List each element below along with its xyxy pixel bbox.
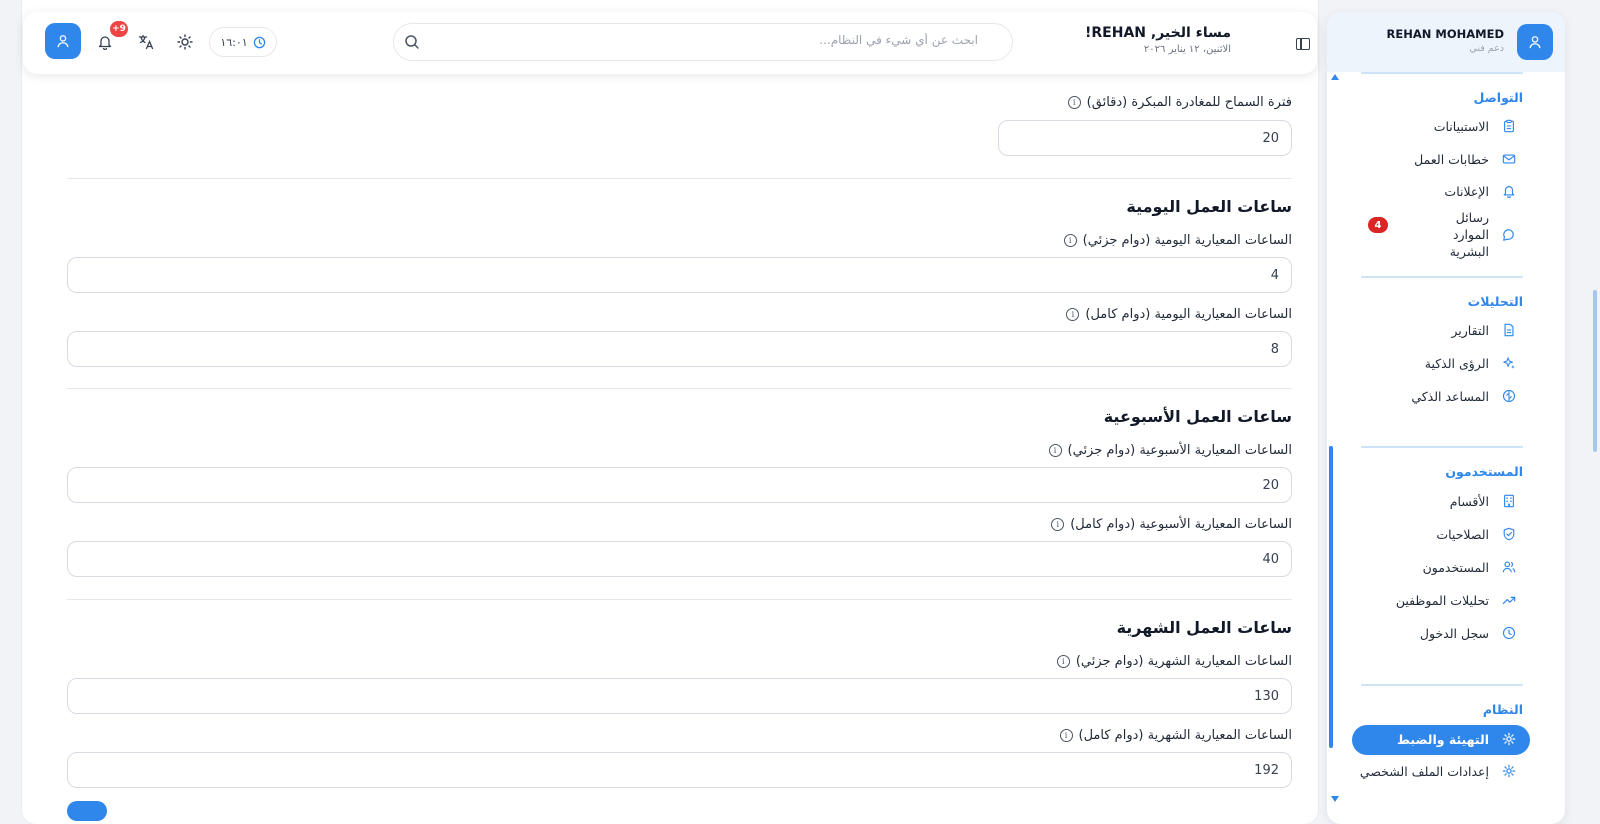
greeting-text: مساء الخير, REHAN!: [1085, 25, 1231, 41]
monthly-full-input[interactable]: [67, 752, 1292, 788]
daily-part-label: الساعات المعيارية اليومية (دوام جزئي) i: [1063, 233, 1292, 248]
mail-icon: [1501, 151, 1517, 167]
feature-toggle[interactable]: [67, 801, 107, 821]
daily-hours-title: ساعات العمل اليومية: [1126, 197, 1292, 216]
info-icon[interactable]: i: [1051, 518, 1065, 531]
sun-icon: [177, 34, 193, 50]
gear-icon: [1501, 731, 1517, 747]
sidebar-item-setup[interactable]: التهيئة والضبط: [1397, 731, 1517, 747]
sidebar-avatar: [1517, 24, 1553, 60]
group-analytics: التحليلات: [1467, 294, 1523, 309]
sparkles-icon: [1501, 355, 1517, 371]
notifications-badge: +9: [110, 21, 128, 37]
clipboard-icon: [1501, 118, 1517, 134]
weekly-part-label: الساعات المعيارية الأسبوعية (دوام جزئي) …: [1048, 443, 1292, 458]
sidebar-divider: [1361, 72, 1523, 74]
sidebar-item-users[interactable]: المستخدمون: [1423, 559, 1517, 575]
sidebar-item-announcements[interactable]: الإعلانات: [1444, 183, 1517, 199]
sidebar-item-employee-analytics[interactable]: تحليلات الموظفين: [1396, 592, 1517, 608]
monthly-part-input[interactable]: [67, 678, 1292, 714]
top-header: مساء الخير, REHAN! الاثنين، ١٢ يناير ٢٠٢…: [23, 12, 1317, 74]
search-icon: [405, 35, 419, 49]
sidebar-item-work-letters[interactable]: خطابات العمل: [1414, 151, 1517, 167]
current-date: الاثنين، ١٢ يناير ٢٠٢٦: [1143, 44, 1231, 55]
sidebar-toggle-icon[interactable]: [1296, 38, 1310, 50]
greeting-block: مساء الخير, REHAN! الاثنين، ١٢ يناير ٢٠٢…: [1085, 25, 1231, 55]
weekly-part-input[interactable]: [67, 467, 1292, 503]
info-icon[interactable]: i: [1048, 444, 1062, 457]
daily-part-input[interactable]: [67, 257, 1292, 293]
profile-avatar-button[interactable]: [45, 23, 81, 59]
trending-up-icon: [1501, 592, 1517, 608]
group-communication: التواصل: [1473, 90, 1523, 105]
divider: [67, 388, 1292, 389]
weekly-full-label: الساعات المعيارية الأسبوعية (دوام كامل) …: [1051, 517, 1292, 532]
hr-messages-badge: 4: [1368, 217, 1388, 233]
early-leave-label: فترة السماح للمغادرة المبكرة (دقائق) i: [1067, 95, 1292, 110]
sidebar-user-role: دعم فني: [1469, 43, 1504, 54]
early-leave-input[interactable]: [998, 120, 1292, 156]
building-icon: [1501, 493, 1517, 509]
sidebar-item-departments[interactable]: الأقسام: [1450, 493, 1517, 509]
sidebar-item-permissions[interactable]: الصلاحيات: [1436, 526, 1517, 542]
clock-time: ١٦:٠١: [220, 35, 248, 49]
gear-icon: [1501, 763, 1517, 779]
weekly-hours-title: ساعات العمل الأسبوعية: [1103, 407, 1292, 426]
info-icon[interactable]: i: [1063, 234, 1077, 247]
search-input[interactable]: [428, 33, 978, 47]
info-icon[interactable]: i: [1059, 729, 1073, 742]
user-icon: [1529, 36, 1541, 49]
user-icon: [57, 35, 69, 48]
weekly-full-input[interactable]: [67, 541, 1292, 577]
monthly-hours-title: ساعات العمل الشهرية: [1116, 618, 1292, 637]
info-icon[interactable]: i: [1067, 96, 1081, 109]
group-users: المستخدمون: [1445, 464, 1523, 479]
bell-icon: [98, 36, 112, 50]
sidebar: REHAN MOHAMED دعم فني التواصل الاستبيانا…: [1327, 12, 1565, 824]
group-system: النظام: [1482, 702, 1523, 717]
info-icon[interactable]: i: [1066, 308, 1080, 321]
clock-icon: [253, 36, 265, 48]
sidebar-item-reports[interactable]: التقارير: [1451, 322, 1517, 338]
main-content: فترة السماح للمغادرة المبكرة (دقائق) i س…: [22, 0, 1318, 824]
divider: [67, 599, 1292, 600]
translate-icon: [138, 34, 154, 50]
sidebar-item-surveys[interactable]: الاستبيانات: [1434, 118, 1517, 134]
sidebar-item-login-log[interactable]: سجل الدخول: [1420, 625, 1517, 641]
theme-toggle-button[interactable]: [174, 31, 196, 53]
sidebar-divider: [1361, 276, 1523, 278]
clock-icon: [1501, 625, 1517, 641]
sidebar-item-profile-settings[interactable]: إعدادات الملف الشخصي: [1360, 763, 1517, 779]
language-button[interactable]: [135, 31, 157, 53]
monthly-full-label: الساعات المعيارية الشهرية (دوام كامل) i: [1059, 728, 1292, 743]
sidebar-scrollbar[interactable]: [1329, 446, 1333, 748]
daily-full-input[interactable]: [67, 331, 1292, 367]
shield-check-icon: [1501, 526, 1517, 542]
search-bar[interactable]: [393, 23, 1013, 61]
sidebar-user-card[interactable]: REHAN MOHAMED دعم فني: [1327, 12, 1565, 72]
sidebar-item-smart-assistant[interactable]: المساعد الذكي: [1411, 388, 1517, 404]
users-icon: [1501, 559, 1517, 575]
brain-icon: [1501, 388, 1517, 404]
sidebar-item-hr-messages[interactable]: رسائل الموارد البشرية: [1425, 209, 1517, 260]
daily-full-label: الساعات المعيارية اليومية (دوام كامل) i: [1066, 307, 1292, 322]
sidebar-divider: [1361, 446, 1523, 448]
clock-pill: ١٦:٠١: [209, 27, 277, 57]
page-scrollbar[interactable]: [1593, 290, 1597, 452]
chat-icon: [1501, 227, 1517, 243]
sidebar-divider: [1361, 684, 1523, 686]
scroll-up-arrow[interactable]: [1331, 74, 1339, 80]
sidebar-item-smart-insights[interactable]: الرؤى الذكية: [1425, 355, 1517, 371]
document-icon: [1501, 322, 1517, 338]
bell-icon: [1501, 183, 1517, 199]
sidebar-user-name: REHAN MOHAMED: [1386, 27, 1504, 41]
scroll-down-arrow[interactable]: [1331, 796, 1339, 802]
divider: [67, 178, 1292, 179]
monthly-part-label: الساعات المعيارية الشهرية (دوام جزئي) i: [1056, 654, 1292, 669]
info-icon[interactable]: i: [1056, 655, 1070, 668]
